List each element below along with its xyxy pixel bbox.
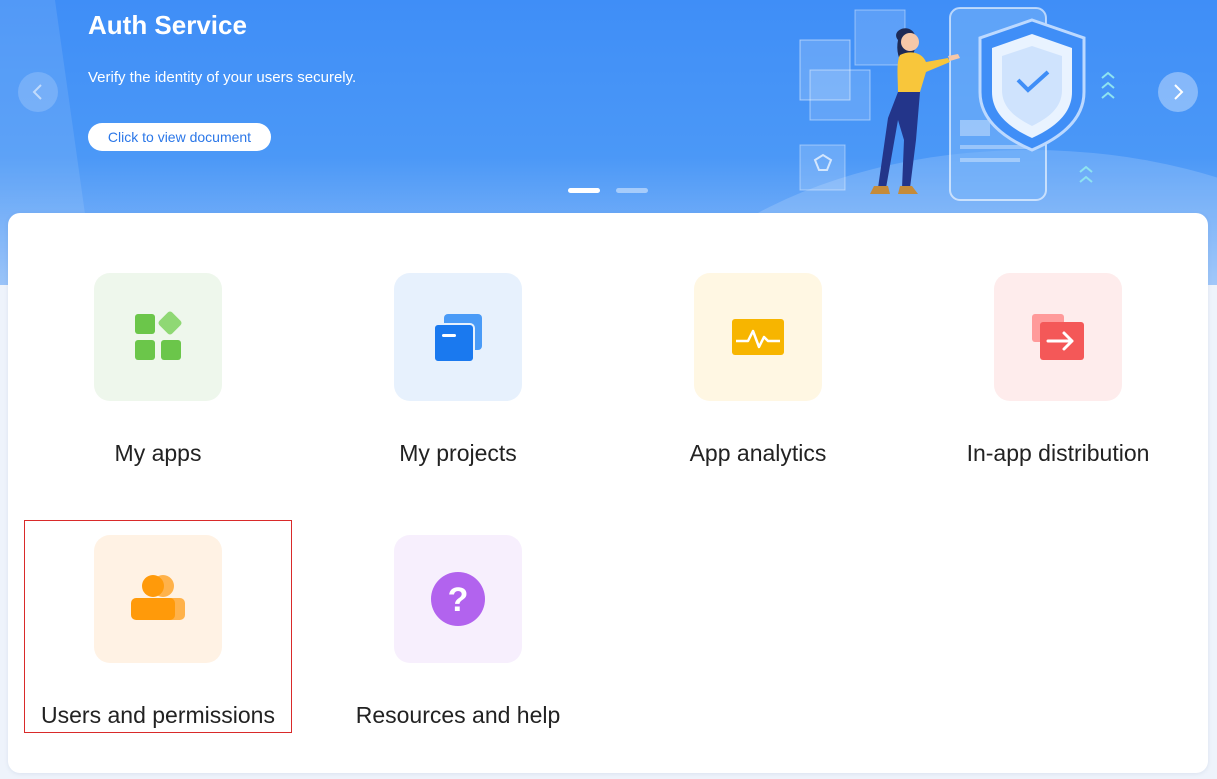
tile-icon-background: ? — [394, 535, 522, 663]
tile-label: In-app distribution — [966, 440, 1150, 466]
carousel-indicators — [568, 188, 648, 193]
tile-icon-background — [694, 273, 822, 401]
tile-icon-background — [994, 273, 1122, 401]
help-question-icon: ? — [431, 572, 485, 626]
chevron-right-icon — [1174, 84, 1184, 100]
tile-label: My projects — [399, 440, 517, 466]
tile-label: App analytics — [689, 440, 827, 466]
analytics-pulse-icon — [732, 319, 784, 355]
tile-app-analytics[interactable]: App analytics — [608, 213, 908, 466]
carousel-prev-button[interactable] — [18, 72, 58, 112]
tile-users-and-permissions[interactable]: Users and permissions — [8, 213, 308, 728]
carousel-dot-1[interactable] — [568, 188, 600, 193]
banner-subtitle: Verify the identity of your users secure… — [88, 69, 357, 86]
svg-text:?: ? — [448, 581, 469, 619]
tile-icon-background — [94, 535, 222, 663]
security-illustration — [799, 7, 1115, 201]
tile-label: Users and permissions — [41, 702, 275, 728]
tile-label: Resources and help — [355, 702, 561, 728]
carousel-next-button[interactable] — [1158, 72, 1198, 112]
view-document-button[interactable]: Click to view document — [88, 123, 271, 151]
tile-resources-and-help[interactable]: ? Resources and help — [308, 213, 608, 728]
carousel-dot-2[interactable] — [616, 188, 648, 193]
app-home-page: Auth Service Verify the identity of your… — [0, 0, 1217, 779]
tile-in-app-distribution[interactable]: In-app distribution — [908, 213, 1208, 466]
chevron-left-icon — [32, 84, 42, 100]
users-icon — [131, 575, 185, 620]
distribution-arrow-icon — [1032, 314, 1084, 360]
tile-label: My apps — [114, 440, 202, 466]
banner-title: Auth Service — [88, 10, 247, 40]
